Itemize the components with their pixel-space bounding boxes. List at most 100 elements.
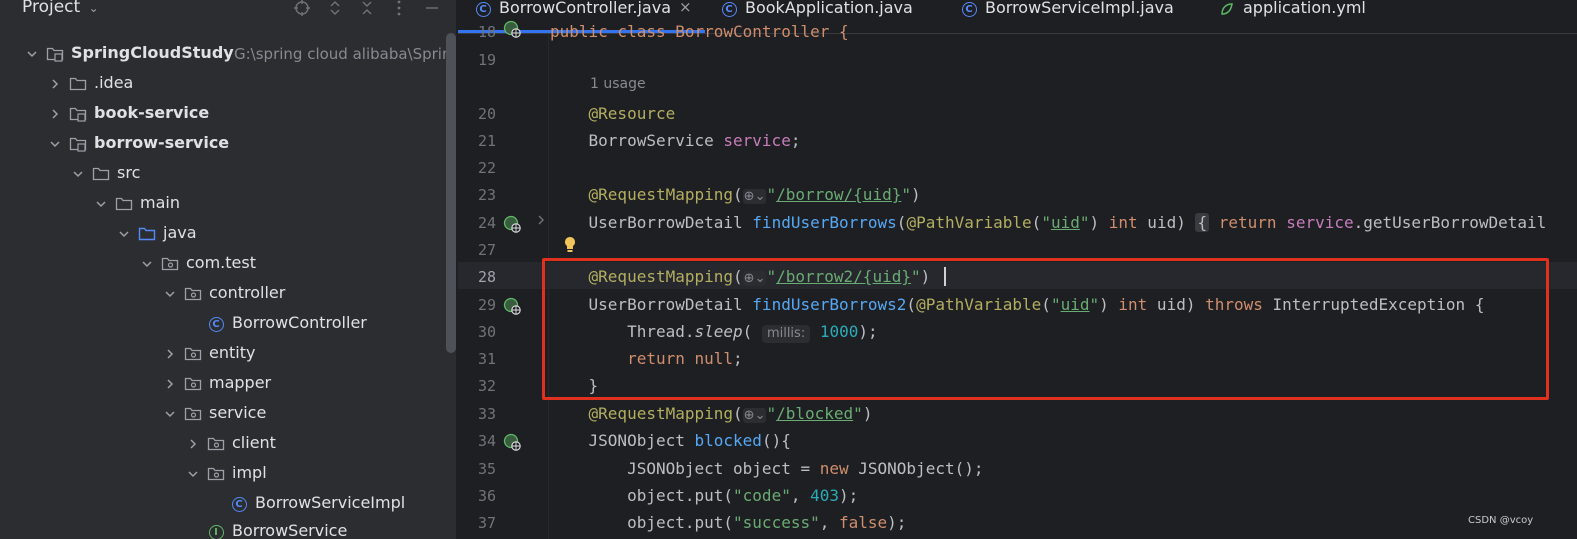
field-name: service [723,131,791,150]
tree-item-borrowservice[interactable]: I BorrowService [0,517,446,539]
more-options-icon[interactable] [389,0,409,18]
line-number[interactable]: 34 [458,432,496,450]
tree-scrollbar[interactable] [446,33,456,353]
exception-type: InterruptedException { [1262,295,1485,314]
tree-item-label: impl [232,463,267,482]
keyword: throws [1205,295,1263,314]
line-number[interactable]: 24 [458,214,496,232]
tree-item-borrowcontroller[interactable]: C BorrowController [0,309,446,339]
line-number[interactable]: 27 [458,241,496,259]
param: uid) [1137,213,1196,232]
tree-item-borrowserviceimpl[interactable]: C BorrowServiceImpl [0,489,446,519]
chevron-right-icon[interactable] [162,346,178,362]
code-text: JSONObject(); [848,459,984,478]
project-panel-header: Project ⌄ [0,0,458,20]
locate-icon[interactable] [292,0,312,18]
web-endpoint-icon[interactable]: ⊕⌄ [742,189,767,204]
line-number[interactable]: 22 [458,159,496,177]
collapse-all-icon[interactable] [357,0,377,18]
keyword: return [627,349,685,368]
tree-item-controller[interactable]: controller [0,279,446,309]
web-endpoint-icon[interactable]: ⊕⌄ [742,271,767,286]
line-number[interactable]: 19 [458,51,496,69]
tree-item-idea[interactable]: .idea [0,69,446,99]
method-name: findUserBorrows2 [752,295,907,314]
expand-all-icon[interactable] [325,0,345,18]
chevron-right-icon[interactable] [47,106,63,122]
tree-item-label: client [232,433,276,452]
chevron-right-icon[interactable] [185,436,201,452]
line-number[interactable]: 30 [458,323,496,341]
url-path[interactable]: /borrow/{uid} [776,185,901,204]
tab-application-yml[interactable]: application.yml [1218,0,1388,33]
tree-item-com-test[interactable]: com.test [0,249,446,279]
punct: ); [858,322,878,341]
chevron-down-icon[interactable] [162,286,178,302]
class-icon: C [474,0,492,18]
fold-expand-icon[interactable] [536,214,546,230]
line-number[interactable]: 33 [458,405,496,423]
line-number[interactable]: 31 [458,350,496,368]
tree-item-client[interactable]: client [0,429,446,459]
chevron-down-icon[interactable] [70,166,86,182]
chevron-down-icon[interactable] [185,466,201,482]
spring-bean-icon[interactable] [503,20,521,38]
usage-hint[interactable]: 1 usage [590,76,646,92]
tree-item-service[interactable]: service [0,399,446,429]
line-number[interactable]: 18 [458,23,496,41]
module-folder-icon [69,135,87,153]
code-line-20: @Resource [550,104,676,123]
code-area[interactable]: public class BorrowController { 1 usage … [550,22,1577,539]
tree-item-java[interactable]: java [0,219,446,249]
spring-endpoint-icon[interactable] [503,433,521,451]
method-name: findUserBorrows [752,213,897,232]
tab-label: application.yml [1243,0,1366,17]
spring-endpoint-icon[interactable] [503,215,521,233]
tree-item-path: G:\spring cloud alibaba\Sprin [234,45,446,63]
punct: } [588,376,599,395]
line-number[interactable]: 21 [458,132,496,150]
line-number[interactable]: 20 [458,105,496,123]
url-path[interactable]: /borrow2/{uid} [776,267,911,286]
minimize-icon[interactable] [422,0,442,18]
chevron-down-icon[interactable] [162,406,178,422]
number-literal: 403 [810,486,839,505]
line-number[interactable]: 35 [458,460,496,478]
line-number[interactable]: 28 [458,268,496,286]
tree-item-main[interactable]: main [0,189,446,219]
param: uid) [1147,295,1206,314]
tree-item-book-service[interactable]: book-service [0,99,446,129]
line-number[interactable]: 23 [458,186,496,204]
project-view-selector[interactable]: Project ⌄ [22,0,99,17]
tree-item-label: BorrowServiceImpl [255,493,406,512]
tree-item-borrow-service[interactable]: borrow-service [0,129,446,159]
gutter-separator [548,34,549,539]
type-name: UserBorrowDetail [588,295,753,314]
line-number[interactable]: 29 [458,296,496,314]
url-path[interactable]: /blocked [776,404,853,423]
tree-item-src[interactable]: src [0,159,446,189]
editor-gutter[interactable]: 18 19 20 21 22 23 24 27 28 29 30 31 32 33 34 35 36 37 [458,20,548,539]
line-number[interactable]: 32 [458,377,496,395]
tree-item-mapper[interactable]: mapper [0,369,446,399]
project-tree: SpringCloudStudy G:\spring cloud alibaba\… [0,40,446,539]
tab-borrow-service-impl[interactable]: C BorrowServiceImpl.java [960,0,1190,33]
line-number[interactable]: 36 [458,487,496,505]
chevron-right-icon[interactable] [47,76,63,92]
chevron-right-icon[interactable] [162,376,178,392]
chevron-down-icon[interactable] [24,46,40,62]
folded-region[interactable]: { [1195,213,1210,232]
code-line-33: @RequestMapping(⊕⌄"/blocked") [588,404,873,423]
tree-item-entity[interactable]: entity [0,339,446,369]
chevron-down-icon[interactable] [139,256,155,272]
punct: ); [839,486,859,505]
line-number[interactable]: 37 [458,514,496,532]
chevron-down-icon[interactable] [93,196,109,212]
web-endpoint-icon[interactable]: ⊕⌄ [742,408,767,423]
chevron-down-icon[interactable] [47,136,63,152]
tree-item-springcloudstudy[interactable]: SpringCloudStudy G:\spring cloud alibaba\… [0,40,446,69]
close-icon[interactable]: × [679,0,692,16]
tree-item-impl[interactable]: impl [0,459,446,489]
spring-endpoint-icon[interactable] [503,297,521,315]
chevron-down-icon[interactable] [116,226,132,242]
